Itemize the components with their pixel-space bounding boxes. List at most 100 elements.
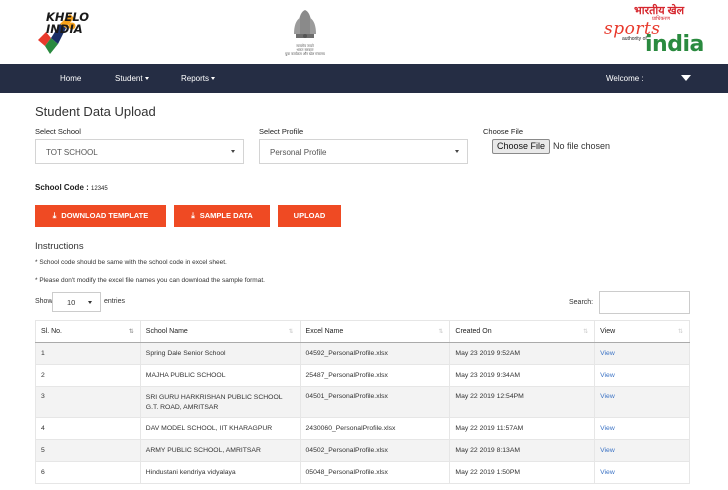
sort-icon: ⇅ <box>677 329 683 335</box>
main-navbar: Home Student Reports Welcome : <box>0 64 728 93</box>
dropdown-arrow-icon <box>231 150 235 153</box>
table-row: 2 MAJHA PUBLIC SCHOOL 25487_PersonalProf… <box>35 364 690 387</box>
sort-icon: ⇅ <box>438 329 444 335</box>
header-label: View <box>600 328 616 335</box>
view-link[interactable]: View <box>600 393 615 400</box>
entries-length-value: 10 <box>67 298 76 307</box>
header-label: Excel Name <box>305 328 344 335</box>
file-label: Choose File <box>483 127 524 136</box>
cell-view: View <box>594 417 690 440</box>
dropdown-arrow-icon <box>455 150 459 153</box>
cell-sl-no: 4 <box>35 417 141 440</box>
chevron-down-icon <box>144 77 149 81</box>
upload-button[interactable]: UPLOAD <box>278 205 341 227</box>
cell-created-on: May 23 2019 9:52AM <box>449 342 596 365</box>
cell-school-name: MAJHA PUBLIC SCHOOL <box>139 364 301 387</box>
profile-select[interactable]: Personal Profile <box>259 139 468 164</box>
view-link[interactable]: View <box>600 372 615 379</box>
school-select[interactable]: TOT SCHOOL <box>35 139 244 164</box>
cell-view: View <box>594 439 690 462</box>
column-header-school-name[interactable]: School Name ⇅ <box>139 320 301 343</box>
cell-sl-no: 1 <box>35 342 141 365</box>
logo-bar: KHELO INDIA सत्यमेव जयते भारत सरकार युवा… <box>0 0 728 64</box>
column-header-created-on[interactable]: Created On ⇅ <box>449 320 596 343</box>
cell-sl-no: 5 <box>35 439 141 462</box>
cell-sl-no: 6 <box>35 461 141 484</box>
cell-sl-no: 2 <box>35 364 141 387</box>
column-header-excel-name[interactable]: Excel Name ⇅ <box>299 320 451 343</box>
nav-reports[interactable]: Reports <box>181 74 216 83</box>
uploads-table: Sl. No. ⇅ School Name ⇅ Excel Name ⇅ Create… <box>35 320 690 484</box>
emblem-caption: सत्यमेव जयते भारत सरकार युवा कार्यक्रम औ… <box>285 44 325 57</box>
view-link[interactable]: View <box>600 447 615 454</box>
school-code-value: 12345 <box>91 186 108 192</box>
column-header-sl-no[interactable]: Sl. No. ⇅ <box>35 320 141 343</box>
sort-icon: ⇅ <box>583 329 589 335</box>
sai-india-wordmark: india <box>645 32 704 57</box>
cell-school-name: ARMY PUBLIC SCHOOL, AMRITSAR <box>139 439 301 462</box>
chevron-down-icon <box>211 77 216 81</box>
file-status: No file chosen <box>553 141 611 151</box>
cell-created-on: May 22 2019 11:57AM <box>449 417 596 440</box>
table-row: 5 ARMY PUBLIC SCHOOL, AMRITSAR 04502_Per… <box>35 439 690 462</box>
cell-excel-name: 04592_PersonalProfile.xlsx <box>299 342 451 365</box>
table-row: 1 Spring Dale Senior School 04592_Person… <box>35 342 690 365</box>
india-word: INDIA <box>46 22 83 36</box>
table-body: 1 Spring Dale Senior School 04592_Person… <box>35 342 690 484</box>
show-label: Show <box>35 298 53 305</box>
view-link[interactable]: View <box>600 350 615 357</box>
profile-select-value: Personal Profile <box>270 148 327 157</box>
search-input[interactable] <box>599 291 690 314</box>
nav-student[interactable]: Student <box>115 74 149 83</box>
cell-created-on: May 22 2019 8:13AM <box>449 439 596 462</box>
table-row: 6 Hindustani kendriya vidyalaya 05048_Pe… <box>35 461 690 484</box>
view-link[interactable]: View <box>600 469 615 476</box>
header-label: School Name <box>145 328 188 335</box>
table-header-row: Sl. No. ⇅ School Name ⇅ Excel Name ⇅ Create… <box>35 320 690 343</box>
choose-file-button[interactable]: Choose File <box>492 139 550 154</box>
sort-icon: ⇅ <box>128 329 134 335</box>
cell-excel-name: 05048_PersonalProfile.xlsx <box>299 461 451 484</box>
search-label: Search: <box>569 299 594 306</box>
table-row: 4 DAV MODEL SCHOOL, IIT KHARAGPUR 243006… <box>35 417 690 440</box>
download-template-button[interactable]: ⤓ DOWNLOAD TEMPLATE <box>35 205 166 227</box>
sort-icon: ⇅ <box>288 329 294 335</box>
download-template-label: DOWNLOAD TEMPLATE <box>61 211 149 220</box>
cell-school-name: SRI GURU HARKRISHAN PUBLIC SCHOOL G.T. R… <box>139 386 301 418</box>
sample-data-label: SAMPLE DATA <box>199 211 253 220</box>
nav-reports-label: Reports <box>181 74 210 83</box>
school-code: School Code : 12345 <box>35 183 108 192</box>
entries-length-select[interactable]: 10 <box>52 292 101 312</box>
cell-excel-name: 04502_PersonalProfile.xlsx <box>299 439 451 462</box>
cell-excel-name: 2430060_PersonalProfile.xlsx <box>299 417 451 440</box>
user-menu-toggle-icon[interactable] <box>681 75 691 81</box>
welcome-text: Welcome : <box>606 74 644 83</box>
cell-school-name: Hindustani kendriya vidyalaya <box>139 461 301 484</box>
cell-created-on: May 23 2019 9:34AM <box>449 364 596 387</box>
header-label: Sl. No. <box>41 328 63 335</box>
school-select-value: TOT SCHOOL <box>46 148 98 157</box>
cell-school-name: Spring Dale Senior School <box>139 342 301 365</box>
sample-data-button[interactable]: ⤓ SAMPLE DATA <box>174 205 270 227</box>
cell-created-on: May 22 2019 12:54PM <box>449 386 596 418</box>
cell-excel-name: 25487_PersonalProfile.xlsx <box>299 364 451 387</box>
cell-excel-name: 04501_PersonalProfile.xlsx <box>299 386 451 418</box>
instruction-line-2: * Please don't modify the excel file nam… <box>35 277 265 284</box>
cell-school-name: DAV MODEL SCHOOL, IIT KHARAGPUR <box>139 417 301 440</box>
cell-view: View <box>594 461 690 484</box>
instruction-line-1: * School code should be same with the sc… <box>35 259 227 266</box>
cell-view: View <box>594 386 690 418</box>
dropdown-arrow-icon <box>88 301 92 304</box>
table-row: 3 SRI GURU HARKRISHAN PUBLIC SCHOOL G.T.… <box>35 386 690 418</box>
instructions-title: Instructions <box>35 241 84 252</box>
sai-authority-text: authority of <box>622 36 647 42</box>
profile-label: Select Profile <box>259 127 304 136</box>
header-label: Created On <box>455 328 492 335</box>
nav-home[interactable]: Home <box>60 74 81 83</box>
khelo-india-wordmark: KHELO INDIA <box>46 11 89 35</box>
school-code-label: School Code : <box>35 183 89 192</box>
nav-student-label: Student <box>115 74 143 83</box>
cell-view: View <box>594 342 690 365</box>
column-header-view[interactable]: View ⇅ <box>594 320 690 343</box>
view-link[interactable]: View <box>600 425 615 432</box>
